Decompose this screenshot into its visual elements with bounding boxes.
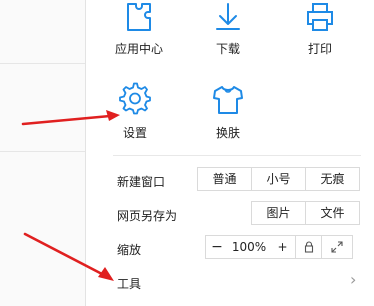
- download-icon: [216, 3, 240, 30]
- save-as-image-button[interactable]: 图片: [252, 202, 306, 224]
- menu-item-skin[interactable]: 换肤: [193, 80, 263, 150]
- zoom-out-button[interactable]: −: [206, 236, 228, 258]
- new-window-incognito-button[interactable]: 无痕: [306, 168, 359, 190]
- chevron-right-icon: ›: [350, 270, 357, 289]
- zoom-in-button[interactable]: +: [270, 236, 296, 258]
- annotation-arrow: [23, 232, 114, 281]
- fullscreen-button[interactable]: [322, 236, 352, 258]
- tshirt-icon: [213, 86, 243, 114]
- menu-item-label: 应用中心: [114, 42, 163, 56]
- zoom-control: − 100% +: [205, 235, 353, 259]
- zoom-level: 100%: [231, 240, 267, 254]
- divider: [113, 155, 361, 156]
- tools-label[interactable]: 工具: [117, 275, 141, 292]
- new-window-options: 普通 小号 无痕: [197, 167, 360, 191]
- save-as-file-button[interactable]: 文件: [306, 202, 359, 224]
- menu-item-download[interactable]: 下载: [193, 0, 263, 70]
- save-as-label: 网页另存为: [117, 209, 178, 223]
- annotation-arrow: [21, 110, 120, 126]
- new-window-small-button[interactable]: 小号: [252, 168, 306, 190]
- divider: [0, 151, 85, 152]
- printer-icon: [307, 3, 333, 31]
- zoom-label: 缩放: [117, 243, 142, 257]
- new-window-normal-button[interactable]: 普通: [198, 168, 252, 190]
- divider: [0, 63, 85, 64]
- menu-item-label: 下载: [215, 42, 240, 56]
- new-window-label: 新建窗口: [117, 175, 166, 189]
- menu-item-print[interactable]: 打印: [285, 0, 355, 70]
- lock-icon: [304, 241, 313, 253]
- save-as-options: 图片 文件: [251, 201, 360, 225]
- menu-item-label: 换肤: [215, 126, 240, 140]
- menu-item-app-center[interactable]: 应用中心: [104, 0, 174, 70]
- fullscreen-icon: [331, 241, 343, 253]
- menu-item-label: 打印: [307, 42, 332, 56]
- lock-button[interactable]: [296, 236, 322, 258]
- puzzle-icon: [127, 3, 151, 31]
